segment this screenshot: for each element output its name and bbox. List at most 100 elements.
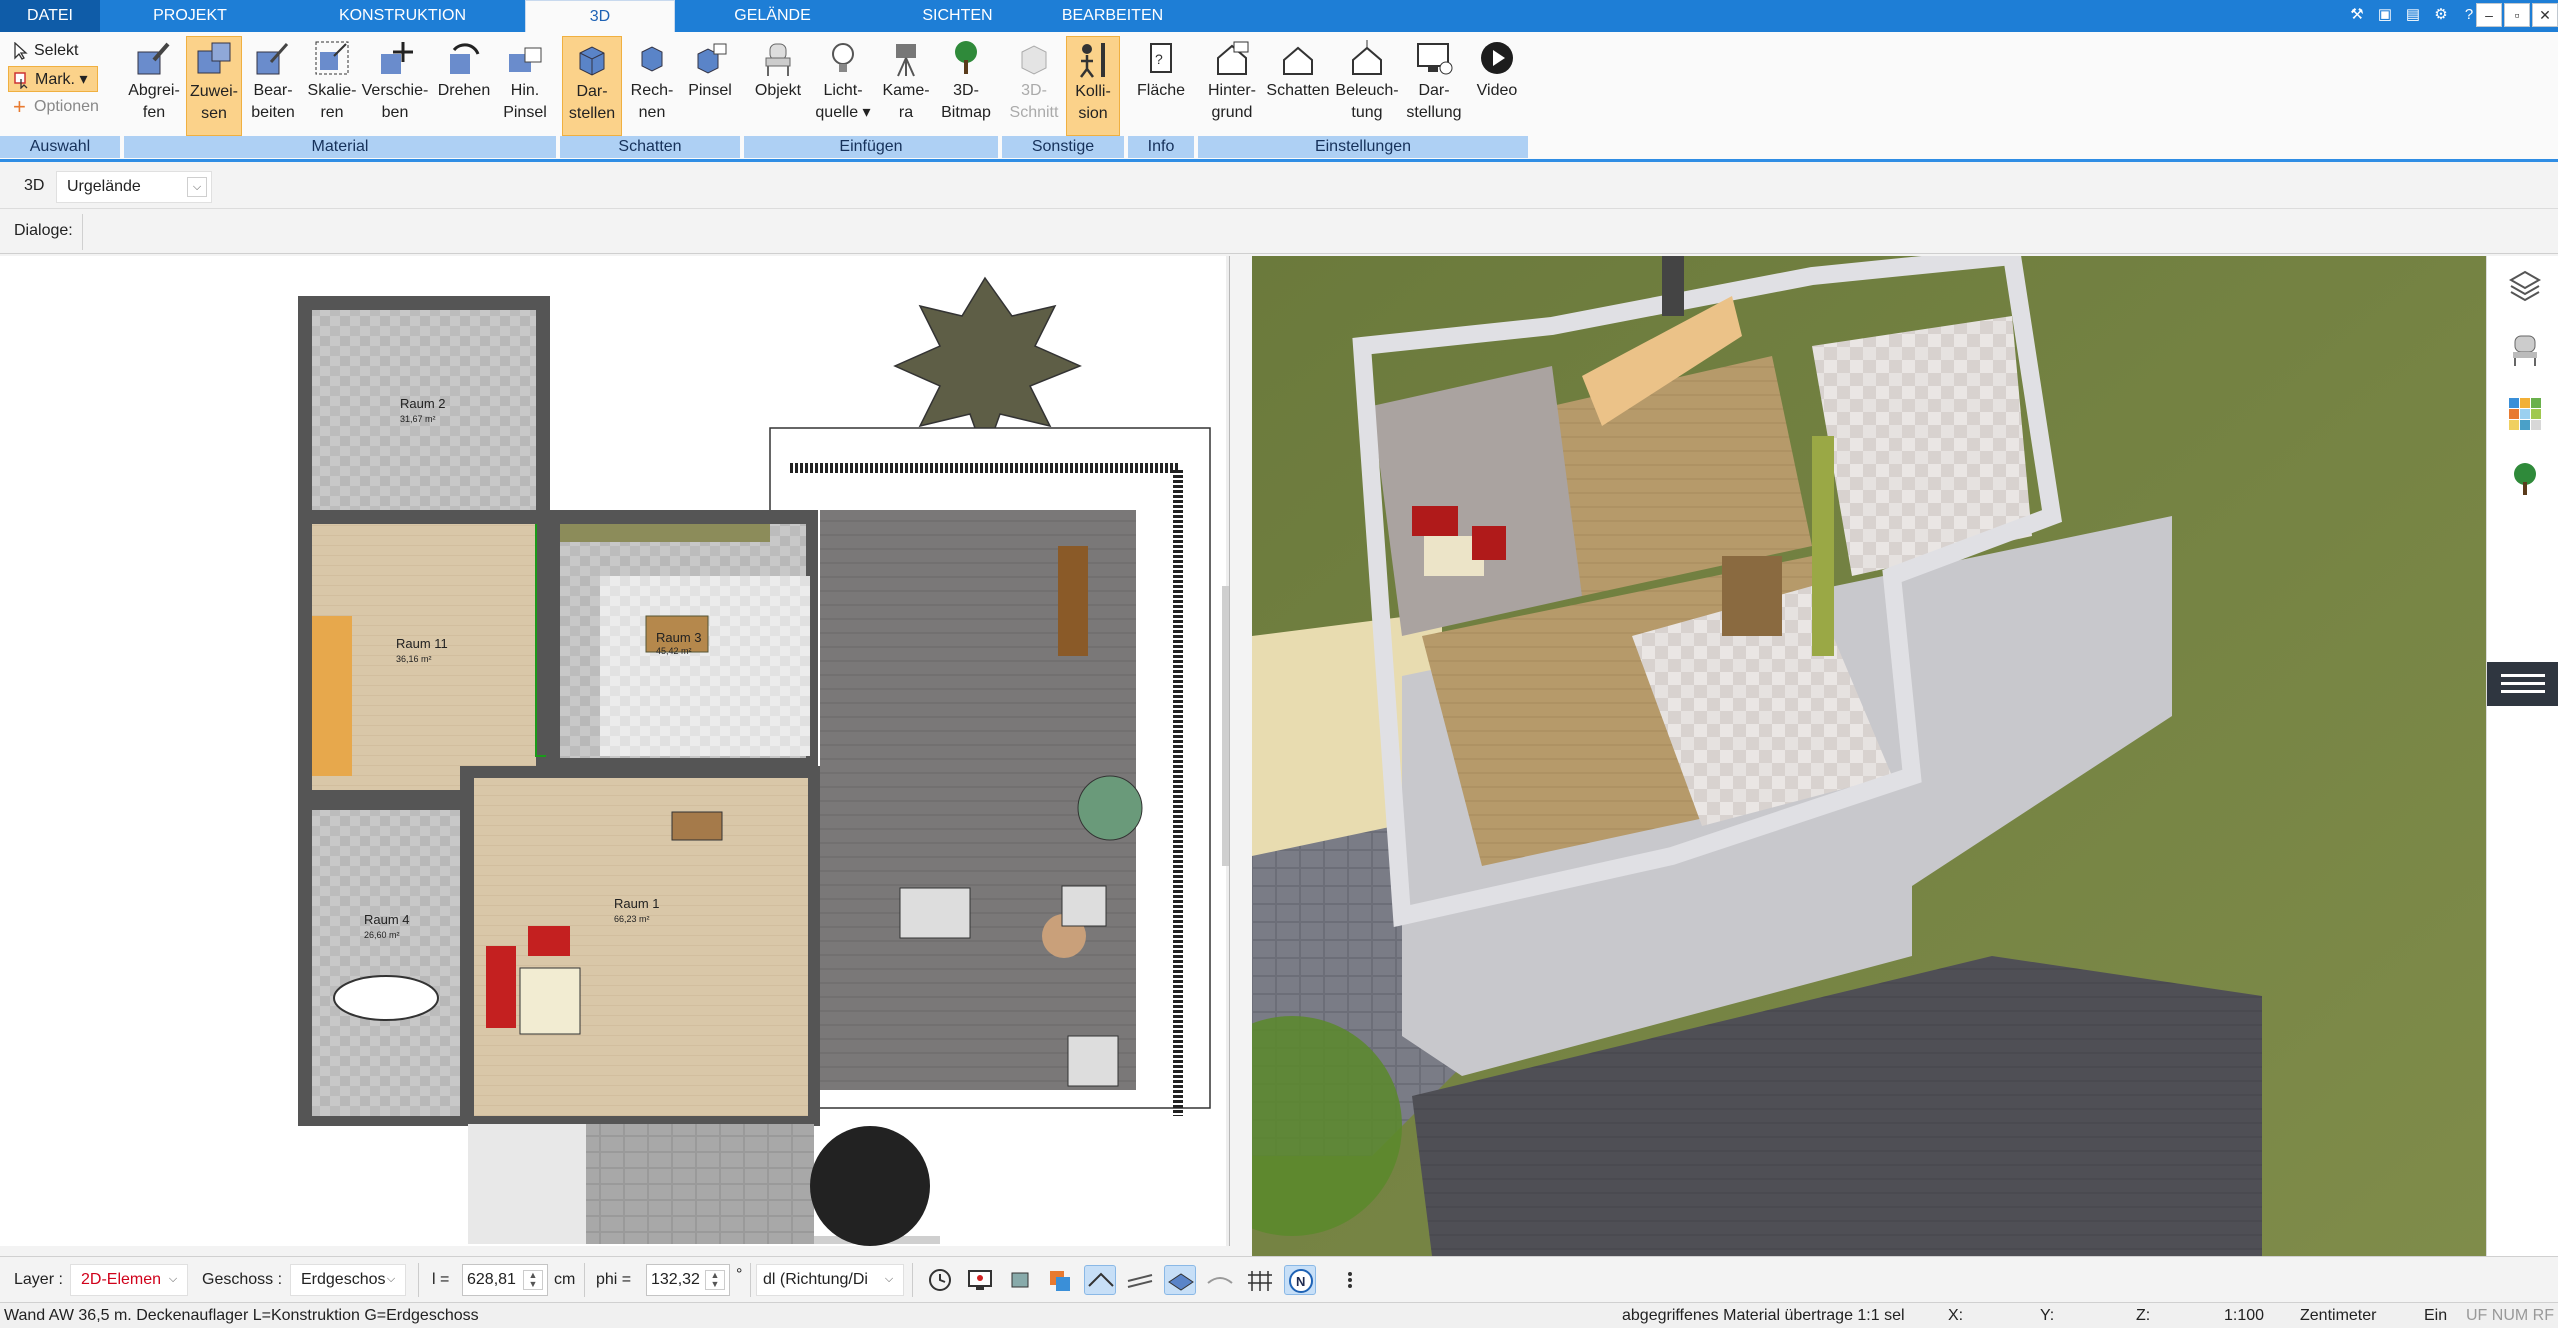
schnitt-3d-button[interactable]: 3D- Schnitt bbox=[1004, 36, 1064, 136]
terrain-icon[interactable] bbox=[1204, 1265, 1236, 1295]
scale-readout: 1:100 bbox=[2224, 1307, 2265, 1324]
rechnen-button[interactable]: Rech- nen bbox=[624, 36, 680, 136]
tab-gelaende[interactable]: GELÄNDE bbox=[700, 0, 845, 32]
shadow-brush-icon bbox=[697, 43, 727, 74]
materials-icon[interactable] bbox=[2507, 396, 2543, 432]
close-button[interactable]: ✕ bbox=[2532, 3, 2558, 27]
hintergrund-button[interactable]: Hinter- grund bbox=[1200, 36, 1264, 136]
tree-icon[interactable] bbox=[2507, 460, 2543, 496]
hatch-icon[interactable] bbox=[1124, 1265, 1156, 1295]
3d-view[interactable] bbox=[1252, 256, 2486, 1256]
tab-datei[interactable]: DATEI bbox=[0, 0, 100, 32]
group-einstellungen: Einstellungen bbox=[1198, 136, 1530, 158]
unit-readout: Zentimeter bbox=[2300, 1307, 2377, 1324]
chevron-down-icon: ⌵ bbox=[168, 1273, 178, 1285]
tab-projekt[interactable]: PROJEKT bbox=[120, 0, 260, 32]
layers-color-icon[interactable] bbox=[1044, 1265, 1076, 1295]
chevron-down-icon: ⌵ bbox=[187, 177, 207, 197]
view-label: 3D bbox=[24, 177, 45, 194]
surface-icon[interactable] bbox=[1164, 1265, 1196, 1295]
status-message: abgegriffenes Material übertrage 1:1 sel bbox=[1622, 1307, 1905, 1324]
minimize-button[interactable]: – bbox=[2476, 3, 2502, 27]
hin-pinsel-button[interactable]: Hin. Pinsel bbox=[498, 36, 552, 136]
room-label: Raum 1 bbox=[614, 896, 660, 911]
more-options-icon[interactable] bbox=[1340, 1265, 1360, 1295]
display-settings-icon bbox=[1417, 43, 1453, 75]
collision-icon bbox=[1080, 43, 1105, 78]
brush-icon bbox=[509, 47, 542, 72]
save-icon[interactable]: ▤ bbox=[2400, 2, 2426, 28]
side-panel bbox=[2486, 256, 2558, 1256]
flaeche-button[interactable]: ? Fläche bbox=[1130, 36, 1192, 136]
kollision-button[interactable]: Kolli- sion bbox=[1066, 36, 1120, 136]
darstellung-button[interactable]: Dar- stellung bbox=[1402, 36, 1466, 136]
drehen-button[interactable]: Drehen bbox=[432, 36, 496, 136]
spinner-icon[interactable]: ▲ ▼ bbox=[705, 1270, 725, 1290]
options-button[interactable]: + Optionen bbox=[8, 94, 99, 120]
kamera-button[interactable]: Kame- ra bbox=[876, 36, 936, 136]
room-area: 31,67 m² bbox=[400, 414, 436, 424]
divider bbox=[750, 1263, 751, 1297]
length-input[interactable]: 628,81 ▲ ▼ bbox=[462, 1264, 548, 1296]
clock-icon[interactable] bbox=[924, 1265, 956, 1295]
calculate-shadow-icon bbox=[641, 46, 663, 72]
wall-view-icon[interactable] bbox=[1084, 1265, 1116, 1295]
monitor-icon[interactable] bbox=[964, 1265, 996, 1295]
edit-material-icon bbox=[256, 43, 289, 75]
lichtquelle-button[interactable]: Licht- quelle ▾ bbox=[810, 36, 876, 136]
zuweisen-button[interactable]: Zuwei- sen bbox=[186, 36, 242, 136]
floor-plan-view[interactable]: Raum 2 31,67 m² Raum 11 36,16 m² Raum 3 … bbox=[0, 256, 1230, 1246]
north-icon[interactable]: N bbox=[1284, 1265, 1316, 1295]
y-coordinate: Y: bbox=[2040, 1307, 2055, 1324]
mark-icon bbox=[14, 72, 28, 89]
verschieben-button[interactable]: Verschie- ben bbox=[360, 36, 430, 136]
layer-select[interactable]: 2D-Elemen ⌵ bbox=[70, 1264, 188, 1296]
direction-select[interactable]: dl (Richtung/Di ⌵ bbox=[756, 1264, 904, 1296]
terrain-select[interactable]: Urgelände ⌵ bbox=[56, 171, 212, 203]
tab-konstruktion[interactable]: KONSTRUKTION bbox=[300, 0, 505, 32]
geschoss-select[interactable]: Erdgeschos ⌵ bbox=[290, 1264, 406, 1296]
bitmap-3d-button[interactable]: 3D- Bitmap bbox=[936, 36, 996, 136]
tab-bearbeiten[interactable]: BEARBEITEN bbox=[1050, 0, 1175, 32]
tree-bitmap-icon bbox=[955, 41, 977, 74]
mark-button[interactable]: Mark. ▾ bbox=[8, 66, 98, 92]
pinsel-button[interactable]: Pinsel bbox=[682, 36, 738, 136]
properties-bar: Layer : 2D-Elemen ⌵ Geschoss : Erdgescho… bbox=[0, 1256, 2558, 1302]
tab-sichten[interactable]: SICHTEN bbox=[880, 0, 1035, 32]
grid-icon[interactable] bbox=[1244, 1265, 1276, 1295]
area-icon: ? bbox=[1150, 43, 1172, 73]
settings-icon[interactable]: ⚙ bbox=[2428, 2, 2454, 28]
divider bbox=[912, 1263, 913, 1297]
room-area: 26,60 m² bbox=[364, 930, 400, 940]
spinner-icon[interactable]: ▲ ▼ bbox=[523, 1270, 543, 1290]
schatten-settings-button[interactable]: Schatten bbox=[1264, 36, 1332, 136]
objects-icon[interactable] bbox=[1004, 1265, 1036, 1295]
app-window: { "menu": { "tabs": [ {"label": "DATEI"}… bbox=[0, 0, 2558, 1328]
view-toolbar: 3D Urgelände ⌵ bbox=[0, 165, 2558, 209]
objekt-button[interactable]: Objekt bbox=[748, 36, 808, 136]
panel-menu-button[interactable] bbox=[2487, 662, 2558, 706]
divider bbox=[584, 1263, 585, 1297]
select-button[interactable]: Selekt bbox=[8, 38, 78, 64]
ribbon: Selekt Mark. ▾ + Optionen Auswahl Abgrei… bbox=[0, 32, 2558, 162]
eyedropper-icon bbox=[137, 42, 170, 75]
room-label: Raum 4 bbox=[364, 912, 410, 927]
dialog-toolbar: Dialoge: bbox=[0, 210, 2558, 254]
tab-3d[interactable]: 3D bbox=[525, 0, 675, 34]
darstellen-button[interactable]: Dar- stellen bbox=[562, 36, 622, 136]
skalieren-button[interactable]: Skalie- ren bbox=[304, 36, 360, 136]
layers-icon[interactable] bbox=[2507, 268, 2543, 304]
tools-icon[interactable]: ⚒ bbox=[2344, 2, 2370, 28]
angle-input[interactable]: 132,32 ▲ ▼ bbox=[646, 1264, 730, 1296]
chair-object-icon[interactable] bbox=[2507, 332, 2543, 368]
abgreifen-button[interactable]: Abgrei- fen bbox=[124, 36, 184, 136]
video-button[interactable]: Video bbox=[1468, 36, 1526, 136]
status-left: Wand AW 36,5 m. Deckenauflager L=Konstru… bbox=[4, 1307, 479, 1324]
beleuchtung-button[interactable]: Beleuch- tung bbox=[1334, 36, 1400, 136]
shadow-house-icon bbox=[1283, 46, 1313, 75]
restore-button[interactable]: ▫ bbox=[2504, 3, 2530, 27]
bearbeiten-button[interactable]: Bear- beiten bbox=[244, 36, 302, 136]
lighting-house-icon bbox=[1352, 40, 1382, 75]
lock-icon[interactable]: ▣ bbox=[2372, 2, 2398, 28]
svg-text:N: N bbox=[1296, 1274, 1305, 1289]
